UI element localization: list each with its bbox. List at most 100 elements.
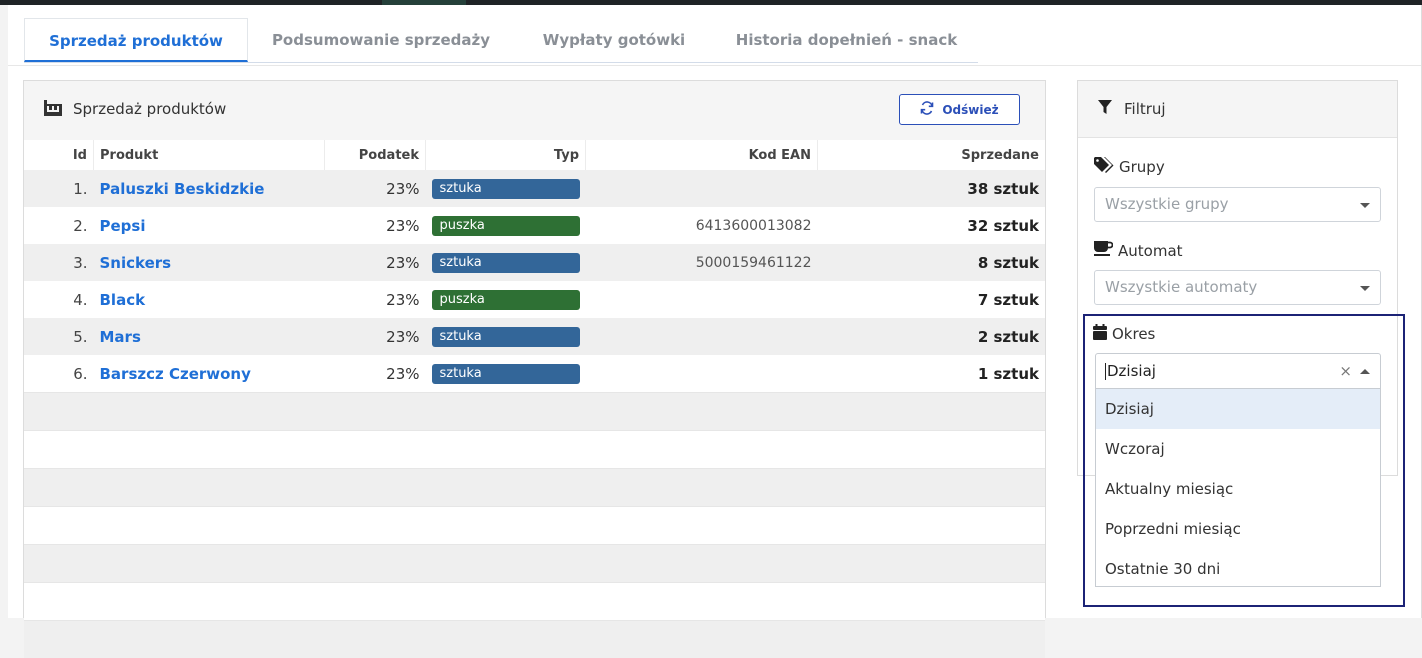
product-name-link[interactable]: Mars [94,318,325,355]
row-sold: 1 sztuk [818,355,1046,393]
row-id: 2. [24,207,94,244]
row-id: 5. [24,318,94,355]
groups-select[interactable]: Wszystkie grupy [1094,187,1381,222]
product-name-link[interactable]: Black [94,281,325,318]
row-tax: 23% [325,244,426,281]
product-name-link[interactable]: Snickers [94,244,325,281]
row-sold: 38 sztuk [818,170,1046,207]
type-badge: sztuka [432,327,580,347]
empty-table-row [24,469,1045,507]
row-sold: 8 sztuk [818,244,1046,281]
table-row[interactable]: 3.Snickers23% sztuka 50001594611228 sztuk [24,244,1045,281]
row-tax: 23% [325,281,426,318]
filter-title: Filtruj [1124,100,1166,118]
row-type: sztuka [426,170,586,207]
groups-label: Grupy [1094,157,1165,177]
period-option-current-month[interactable]: Aktualny miesiąc [1096,469,1380,509]
type-badge: sztuka [432,253,580,273]
clear-icon[interactable]: × [1339,354,1352,388]
tab-product-sales[interactable]: Sprzedaż produktów [24,18,248,62]
text-cursor [1105,363,1106,380]
chevron-down-icon [1360,286,1370,291]
period-select-value: Dzisiaj [1107,362,1156,380]
product-name-link[interactable]: Barszcz Czerwony [94,355,325,393]
table-row[interactable]: 4.Black23% puszka 7 sztuk [24,281,1045,318]
row-ean: 6413600013082 [586,207,818,244]
factory-icon [44,100,62,120]
row-id: 3. [24,244,94,281]
col-id[interactable]: Id [24,140,94,170]
row-tax: 23% [325,355,426,393]
row-sold: 7 sztuk [818,281,1046,318]
period-dropdown: Dzisiaj Wczoraj Aktualny miesiąc Poprzed… [1095,389,1381,587]
row-ean [586,318,818,355]
tabs-divider [8,65,1421,66]
empty-table-row [24,621,1045,658]
machine-label: Automat [1094,241,1183,260]
type-badge: puszka [432,216,580,236]
row-id: 6. [24,355,94,393]
tab-cash-withdrawals[interactable]: Wypłaty gotówki [524,18,704,62]
refresh-button[interactable]: Odśwież [899,94,1020,125]
row-type: sztuka [426,318,586,355]
row-sold: 32 sztuk [818,207,1046,244]
row-type: puszka [426,281,586,318]
period-label: Okres [1093,324,1155,344]
row-type: sztuka [426,355,586,393]
empty-table-row [24,431,1045,469]
empty-table-row [24,393,1045,431]
coffee-icon [1094,241,1113,260]
row-sold: 2 sztuk [818,318,1046,355]
period-option-yesterday[interactable]: Wczoraj [1096,429,1380,469]
row-tax: 23% [325,170,426,207]
row-id: 4. [24,281,94,318]
sales-table: Id Produkt Podatek Typ Kod EAN Sprzedane… [24,140,1045,658]
row-ean [586,281,818,318]
empty-table-row [24,507,1045,545]
filter-icon [1098,100,1112,119]
tab-bar: Sprzedaż produktów Podsumowanie sprzedaż… [24,18,978,63]
col-tax[interactable]: Podatek [325,140,426,170]
empty-table-row [24,583,1045,621]
card-header: Sprzedaż produktów Odśwież [24,81,1045,141]
row-type: puszka [426,207,586,244]
tab-sales-summary[interactable]: Podsumowanie sprzedaży [256,18,506,62]
tab-refill-history[interactable]: Historia dopełnień - snack [724,18,969,62]
row-tax: 23% [325,318,426,355]
col-sold[interactable]: Sprzedane [818,140,1046,170]
row-ean: 5000159461122 [586,244,818,281]
table-row[interactable]: 2.Pepsi23% puszka 641360001308232 sztuk [24,207,1045,244]
type-badge: puszka [432,290,580,310]
type-badge: sztuka [432,179,580,199]
table-row[interactable]: 6.Barszcz Czerwony23% sztuka 1 sztuk [24,355,1045,393]
empty-table-row [24,545,1045,583]
row-id: 1. [24,170,94,207]
chevron-up-icon[interactable] [1360,369,1370,374]
table-header-row: Id Produkt Podatek Typ Kod EAN Sprzedane [24,140,1045,170]
filter-header: Filtruj [1078,81,1397,138]
tags-icon [1094,157,1114,177]
row-type: sztuka [426,244,586,281]
row-ean [586,355,818,393]
col-product[interactable]: Produkt [94,140,325,170]
chevron-down-icon [1360,203,1370,208]
type-badge: sztuka [432,364,580,384]
period-select[interactable]: Dzisiaj × [1095,353,1381,389]
machine-select[interactable]: Wszystkie automaty [1094,270,1381,305]
table-row[interactable]: 1.Paluszki Beskidzkie23% sztuka 38 sztuk [24,170,1045,207]
product-name-link[interactable]: Paluszki Beskidzkie [94,170,325,207]
row-ean [586,170,818,207]
period-option-last-30-days[interactable]: Ostatnie 30 dni [1096,549,1380,589]
period-option-today[interactable]: Dzisiaj [1096,389,1380,429]
refresh-label: Odśwież [942,103,998,117]
col-type[interactable]: Typ [426,140,586,170]
col-ean[interactable]: Kod EAN [586,140,818,170]
product-name-link[interactable]: Pepsi [94,207,325,244]
calendar-icon [1093,324,1107,344]
table-row[interactable]: 5.Mars23% sztuka 2 sztuk [24,318,1045,355]
row-tax: 23% [325,207,426,244]
period-option-previous-month[interactable]: Poprzedni miesiąc [1096,509,1380,549]
refresh-icon [920,101,934,118]
card-title: Sprzedaż produktów [73,100,226,118]
product-sales-card: Sprzedaż produktów Odśwież Id Produkt Po… [23,80,1046,618]
